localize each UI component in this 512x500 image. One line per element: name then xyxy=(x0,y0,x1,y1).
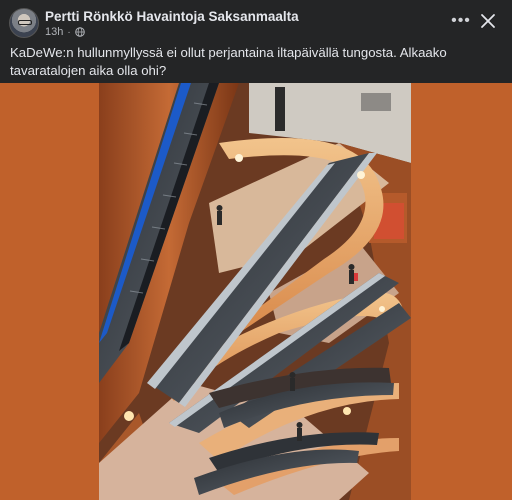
post-caption: KaDeWe:n hullunmyllyssä ei ollut perjant… xyxy=(10,45,447,78)
escalator-atrium-image xyxy=(99,83,411,500)
avatar[interactable] xyxy=(9,8,39,38)
more-options-icon: ••• xyxy=(451,12,471,29)
author-name[interactable]: Pertti Rönkkö Havaintoja Saksanmaalta xyxy=(45,9,299,24)
post-header: Pertti Rönkkö Havaintoja Saksanmaalta 13… xyxy=(0,0,512,42)
post-photo[interactable] xyxy=(99,83,411,500)
meta-separator: · xyxy=(67,26,71,38)
close-button[interactable] xyxy=(478,11,498,31)
post-meta: 13h · xyxy=(45,26,85,38)
close-icon xyxy=(481,14,495,28)
post-image-area[interactable] xyxy=(0,83,512,500)
post-time[interactable]: 13h xyxy=(45,26,63,38)
globe-icon[interactable] xyxy=(74,27,85,37)
more-options-button[interactable]: ••• xyxy=(450,12,472,32)
